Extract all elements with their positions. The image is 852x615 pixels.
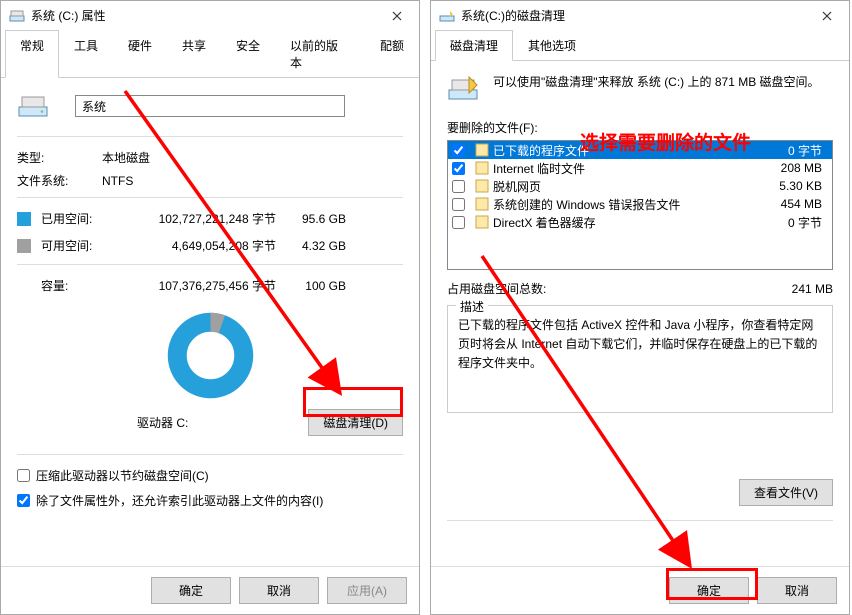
file-icon [474, 214, 490, 230]
close-icon [822, 11, 832, 21]
drive-icon [9, 8, 25, 24]
description-title: 描述 [456, 298, 488, 315]
drive-letter-label: 驱动器 C: [17, 414, 308, 431]
used-gb: 95.6 GB [286, 212, 346, 226]
used-color-box [17, 212, 31, 226]
file-row[interactable]: 系统创建的 Windows 错误报告文件454 MB [448, 195, 832, 213]
apply-button[interactable]: 应用(A) [327, 577, 407, 604]
total-label: 占用磁盘空间总数: [447, 280, 792, 297]
filesystem-value: NTFS [102, 174, 133, 188]
file-row[interactable]: DirectX 着色器缓存0 字节 [448, 213, 832, 231]
disk-cleanup-window: 系统(C:)的磁盘清理 磁盘清理其他选项 可以使用"磁盘清理"来释放 系统 (C… [430, 0, 850, 615]
usage-donut-chart [163, 308, 258, 403]
file-checkbox[interactable] [452, 144, 465, 157]
ok-button[interactable]: 确定 [151, 577, 231, 604]
tab-配额[interactable]: 配额 [365, 30, 419, 77]
file-size: 454 MB [758, 197, 828, 211]
used-label: 已用空间: [41, 210, 116, 227]
close-icon [392, 11, 402, 21]
tab-content: 类型:本地磁盘 文件系统:NTFS 已用空间: 102,727,221,248 … [1, 78, 419, 566]
filesystem-label: 文件系统: [17, 172, 102, 189]
close-button[interactable] [374, 1, 419, 30]
cleanup-icon [447, 73, 479, 105]
tab-共享[interactable]: 共享 [167, 30, 221, 77]
volume-name-input[interactable] [75, 95, 345, 117]
tab-常规[interactable]: 常规 [5, 30, 59, 78]
tab-安全[interactable]: 安全 [221, 30, 275, 77]
window-title: 系统(C:)的磁盘清理 [461, 7, 804, 24]
cancel-button[interactable]: 取消 [239, 577, 319, 604]
tab-以前的版本[interactable]: 以前的版本 [275, 30, 365, 77]
file-checkbox[interactable] [452, 216, 465, 229]
file-size: 0 字节 [758, 142, 828, 159]
disk-cleanup-button[interactable]: 磁盘清理(D) [308, 409, 403, 436]
free-label: 可用空间: [41, 237, 116, 254]
free-gb: 4.32 GB [286, 239, 346, 253]
file-size: 5.30 KB [758, 179, 828, 193]
cancel-button[interactable]: 取消 [757, 577, 837, 604]
files-listbox[interactable]: 已下载的程序文件0 字节Internet 临时文件208 MB脱机网页5.30 … [447, 140, 833, 270]
file-row[interactable]: 脱机网页5.30 KB [448, 177, 832, 195]
free-color-box [17, 239, 31, 253]
dialog-footer: 确定 取消 应用(A) [1, 566, 419, 614]
file-name: 已下载的程序文件 [493, 142, 758, 159]
cleanup-icon [439, 8, 455, 24]
compress-checkbox[interactable] [17, 469, 30, 482]
file-name: Internet 临时文件 [493, 160, 758, 177]
titlebar: 系统 (C:) 属性 [1, 1, 419, 30]
tab-content: 可以使用"磁盘清理"来释放 系统 (C:) 上的 871 MB 磁盘空间。 要删… [431, 61, 849, 566]
window-title: 系统 (C:) 属性 [31, 7, 374, 24]
properties-window: 系统 (C:) 属性 常规工具硬件共享安全以前的版本配额 类型:本地磁盘 文件系… [0, 0, 420, 615]
file-icon [474, 178, 490, 194]
allowindex-label: 除了文件属性外，还允许索引此驱动器上文件的内容(I) [36, 492, 323, 509]
close-button[interactable] [804, 1, 849, 30]
view-files-button[interactable]: 查看文件(V) [739, 479, 833, 506]
file-row[interactable]: 已下载的程序文件0 字节 [448, 141, 832, 159]
tab-硬件[interactable]: 硬件 [113, 30, 167, 77]
file-size: 0 字节 [758, 214, 828, 231]
description-text: 已下载的程序文件包括 ActiveX 控件和 Java 小程序，你查看特定网页时… [458, 316, 822, 374]
ok-button[interactable]: 确定 [669, 577, 749, 604]
file-name: DirectX 着色器缓存 [493, 214, 758, 231]
tab-磁盘清理[interactable]: 磁盘清理 [435, 30, 513, 61]
file-icon [474, 196, 490, 212]
total-value: 241 MB [792, 282, 833, 296]
tabs: 磁盘清理其他选项 [431, 30, 849, 61]
used-bytes: 102,727,221,248 字节 [116, 210, 276, 227]
file-name: 脱机网页 [493, 178, 758, 195]
compress-label: 压缩此驱动器以节约磁盘空间(C) [36, 467, 209, 484]
file-checkbox[interactable] [452, 162, 465, 175]
dialog-footer: 确定 取消 [431, 566, 849, 614]
files-to-delete-label: 要删除的文件(F): [447, 119, 833, 136]
capacity-bytes: 107,376,275,456 字节 [116, 277, 276, 294]
titlebar: 系统(C:)的磁盘清理 [431, 1, 849, 30]
allowindex-checkbox[interactable] [17, 494, 30, 507]
tabs: 常规工具硬件共享安全以前的版本配额 [1, 30, 419, 78]
file-icon [474, 160, 490, 176]
capacity-gb: 100 GB [286, 279, 346, 293]
drive-icon [17, 90, 49, 122]
intro-text: 可以使用"磁盘清理"来释放 系统 (C:) 上的 871 MB 磁盘空间。 [493, 73, 833, 91]
type-label: 类型: [17, 149, 102, 166]
tab-其他选项[interactable]: 其他选项 [513, 30, 591, 60]
file-size: 208 MB [758, 161, 828, 175]
file-row[interactable]: Internet 临时文件208 MB [448, 159, 832, 177]
file-checkbox[interactable] [452, 198, 465, 211]
description-groupbox: 描述 已下载的程序文件包括 ActiveX 控件和 Java 小程序，你查看特定… [447, 305, 833, 413]
file-checkbox[interactable] [452, 180, 465, 193]
capacity-label: 容量: [41, 277, 116, 294]
tab-工具[interactable]: 工具 [59, 30, 113, 77]
type-value: 本地磁盘 [102, 149, 150, 166]
file-icon [474, 142, 490, 158]
free-bytes: 4,649,054,208 字节 [116, 237, 276, 254]
file-name: 系统创建的 Windows 错误报告文件 [493, 196, 758, 213]
